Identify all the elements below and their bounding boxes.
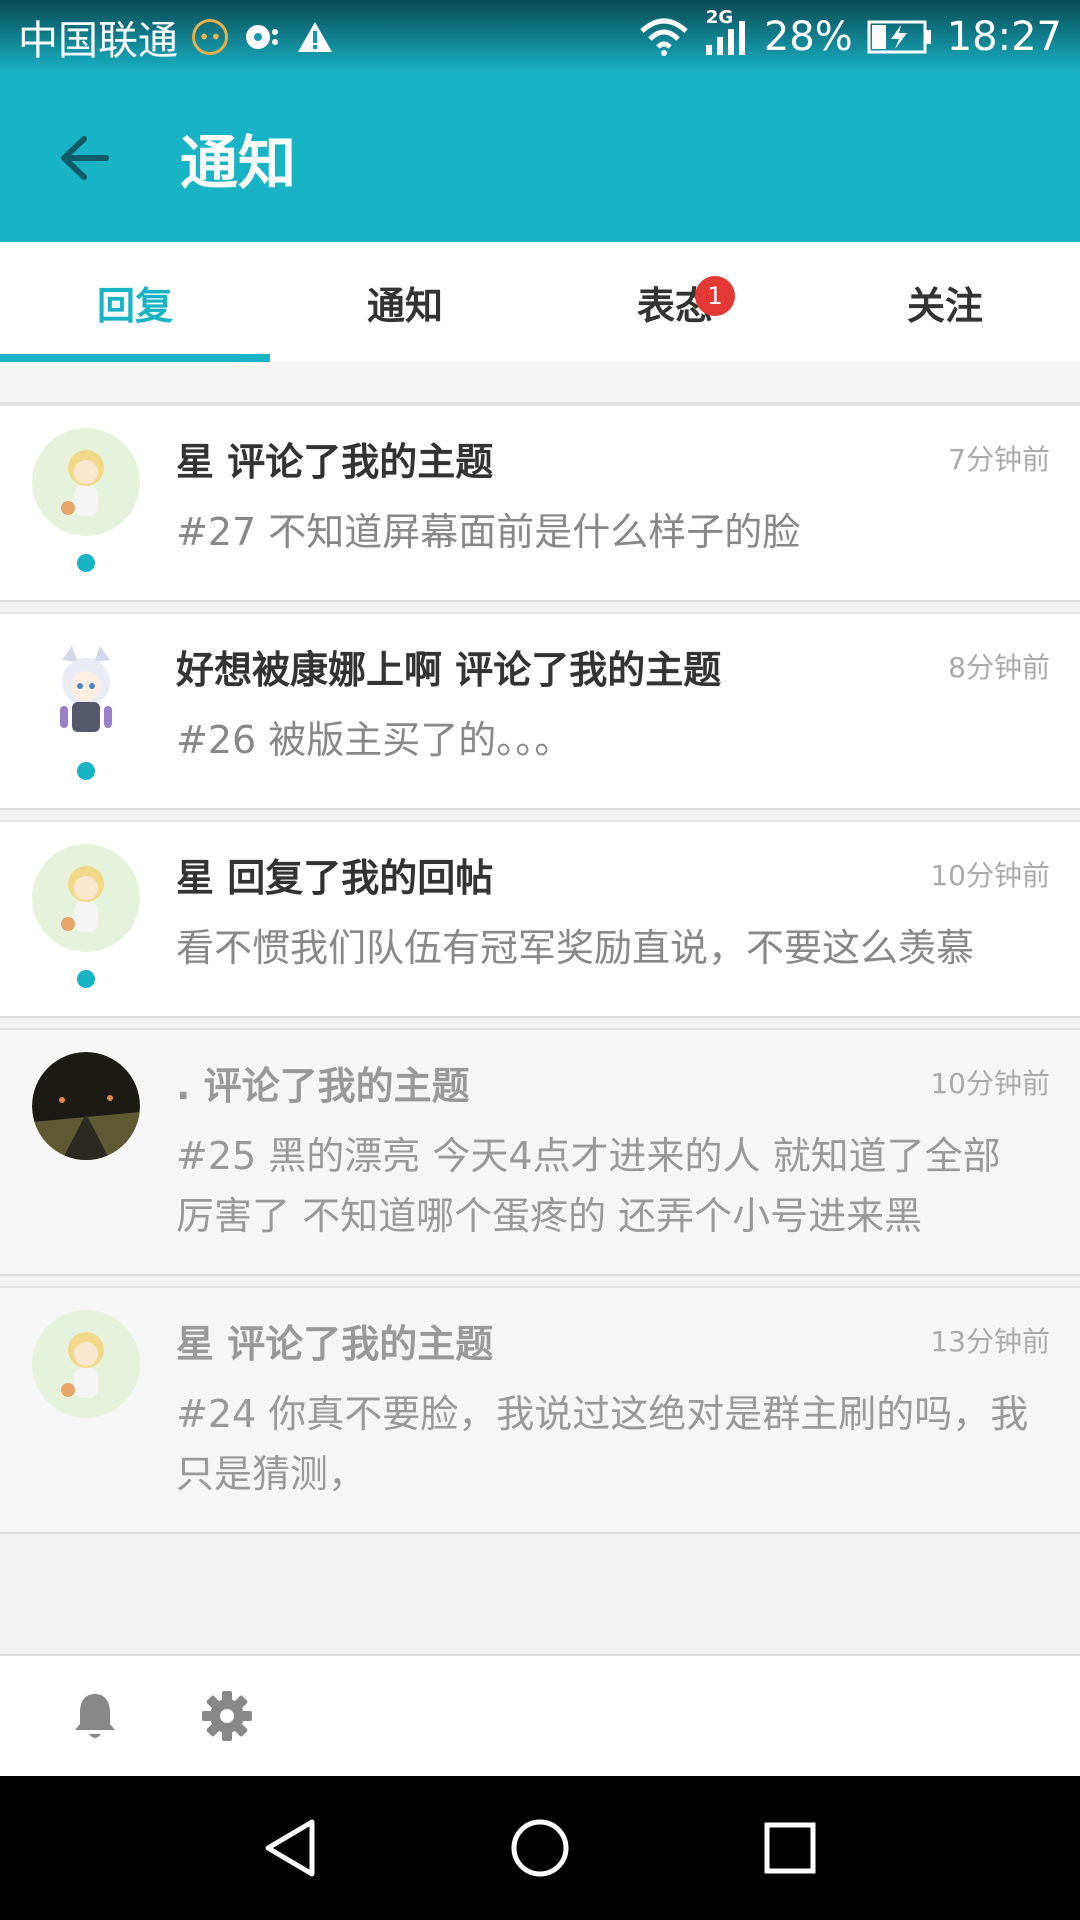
list-item[interactable]: 好想被康娜上啊 评论了我的主题 8分钟前 #26 被版主买了的。。。 bbox=[0, 612, 1080, 810]
tab-replies[interactable]: 回复 bbox=[0, 242, 270, 362]
tab-bar: 回复 通知 表态 1 关注 bbox=[0, 242, 1080, 362]
list-item[interactable]: 星 评论了我的主题 7分钟前 #27 不知道屏幕面前是什么样子的脸 bbox=[0, 404, 1080, 602]
list-item[interactable]: . 评论了我的主题 10分钟前 #25 黑的漂亮 今天4点才进来的人 就知道了全… bbox=[0, 1028, 1080, 1276]
gear-icon bbox=[202, 1691, 252, 1741]
triangle-back-icon bbox=[265, 1819, 315, 1877]
battery-percent: 28% bbox=[763, 14, 853, 60]
bottom-toolbar bbox=[0, 1654, 1080, 1776]
unread-badge: 1 bbox=[695, 276, 735, 316]
tab-notifications[interactable]: 通知 bbox=[270, 242, 540, 362]
square-recents-icon bbox=[764, 1822, 816, 1874]
headset-icon bbox=[242, 20, 282, 54]
system-nav-bar bbox=[0, 1776, 1080, 1920]
item-body: #27 不知道屏幕面前是什么样子的脸 bbox=[176, 510, 801, 554]
item-time: 10分钟前 bbox=[930, 1067, 1050, 1100]
list-item[interactable]: 星 评论了我的主题 13分钟前 #24 你真不要脸，我说过这绝对是群主刷的吗，我… bbox=[0, 1286, 1080, 1534]
battery-charging-icon bbox=[867, 19, 933, 55]
avatar[interactable] bbox=[32, 1052, 140, 1160]
notification-settings-button[interactable] bbox=[54, 1675, 136, 1757]
wifi-icon bbox=[638, 17, 690, 57]
nav-home-button[interactable] bbox=[500, 1808, 580, 1888]
arrow-left-icon bbox=[61, 136, 109, 180]
unread-dot bbox=[77, 970, 95, 988]
item-title: 好想被康娜上啊 评论了我的主题 bbox=[176, 647, 722, 692]
item-body: #26 被版主买了的。。。 bbox=[176, 718, 573, 762]
tab-label: 回复 bbox=[96, 283, 173, 328]
bell-icon bbox=[75, 1694, 115, 1738]
page-title: 通知 bbox=[180, 129, 297, 197]
unread-dot bbox=[77, 554, 95, 572]
item-time: 13分钟前 bbox=[930, 1325, 1050, 1358]
settings-button[interactable] bbox=[186, 1675, 268, 1757]
circle-home-icon bbox=[511, 1819, 569, 1877]
network-type-label: 2G bbox=[705, 7, 734, 28]
item-title: . 评论了我的主题 bbox=[176, 1063, 470, 1108]
item-time: 10分钟前 bbox=[930, 859, 1050, 892]
tab-reactions[interactable]: 表态 1 bbox=[540, 242, 810, 362]
signal-icon: 2G bbox=[704, 7, 750, 57]
nav-back-button[interactable] bbox=[250, 1808, 330, 1888]
list-spacer bbox=[0, 362, 1080, 404]
clock: 18:27 bbox=[946, 14, 1062, 60]
app-bar: 通知 bbox=[0, 74, 1080, 242]
tab-following[interactable]: 关注 bbox=[810, 242, 1080, 362]
warning-icon bbox=[296, 20, 334, 54]
unread-dot bbox=[77, 762, 95, 780]
avatar[interactable] bbox=[32, 1310, 140, 1418]
status-bar: 中国联通 •• 2G 28% 18:27 bbox=[0, 0, 1080, 74]
avatar[interactable] bbox=[32, 428, 140, 536]
item-body: 看不惯我们队伍有冠军奖励直说，不要这么羡慕 bbox=[176, 926, 975, 970]
tab-label: 通知 bbox=[366, 283, 443, 328]
carrier-label: 中国联通 bbox=[18, 18, 178, 64]
smiley-icon: •• bbox=[192, 19, 228, 55]
nav-recents-button[interactable] bbox=[750, 1808, 830, 1888]
list-item[interactable]: 星 回复了我的回帖 10分钟前 看不惯我们队伍有冠军奖励直说，不要这么羡慕 bbox=[0, 820, 1080, 1018]
item-title: 星 评论了我的主题 bbox=[176, 439, 494, 484]
item-body: #24 你真不要脸，我说过这绝对是群主刷的吗，我只是猜测， bbox=[176, 1392, 1029, 1496]
item-time: 7分钟前 bbox=[948, 443, 1050, 476]
item-title: 星 评论了我的主题 bbox=[176, 1321, 494, 1366]
back-button[interactable] bbox=[30, 103, 140, 213]
tab-label: 关注 bbox=[906, 283, 983, 328]
avatar[interactable] bbox=[32, 844, 140, 952]
item-body: #25 黑的漂亮 今天4点才进来的人 就知道了全部 厉害了 不知道哪个蛋疼的 还… bbox=[176, 1134, 1001, 1238]
avatar[interactable] bbox=[32, 636, 140, 744]
notification-list[interactable]: 星 评论了我的主题 7分钟前 #27 不知道屏幕面前是什么样子的脸 好想被康娜上… bbox=[0, 362, 1080, 1654]
item-title: 星 回复了我的回帖 bbox=[176, 855, 494, 900]
item-time: 8分钟前 bbox=[948, 651, 1050, 684]
